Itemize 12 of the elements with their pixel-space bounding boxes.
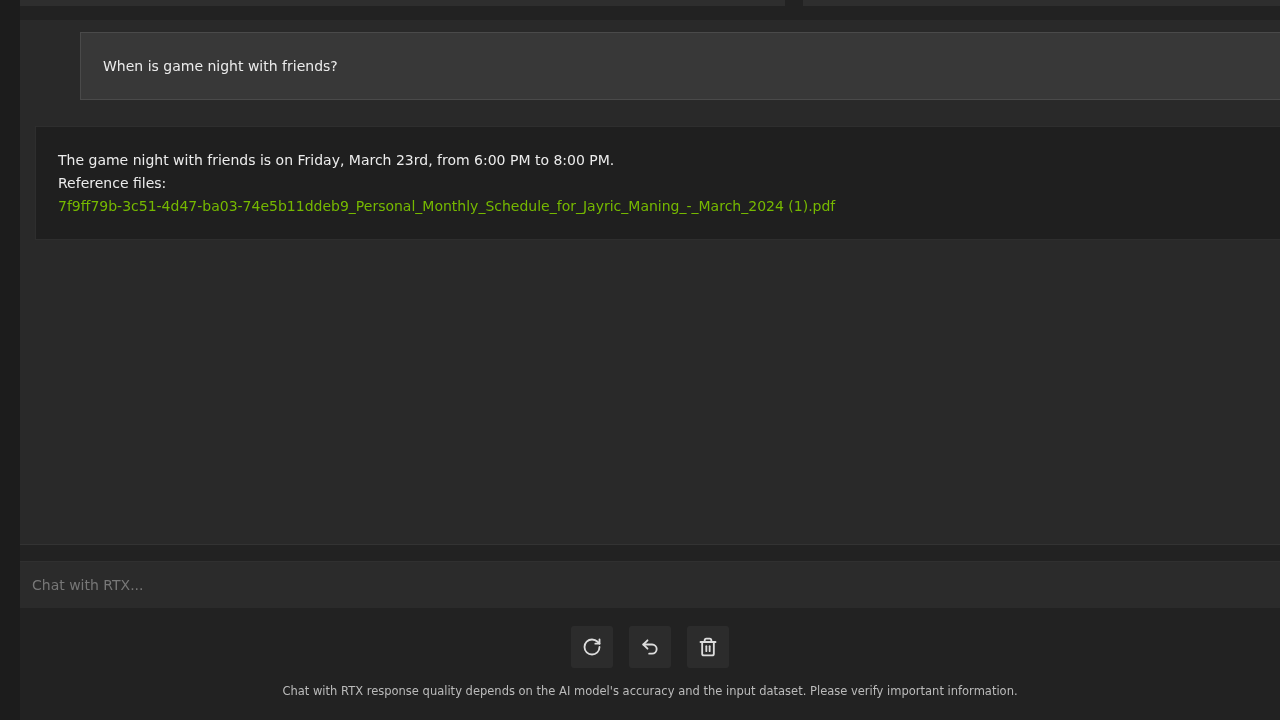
undo-icon — [640, 637, 660, 657]
answer-text: The game night with friends is on Friday, March 23rd, from 6:00 PM to 8:00 PM. — [58, 151, 616, 170]
regenerate-button[interactable] — [571, 626, 613, 668]
reference-file-link[interactable]: 7f9ff79b-3c51-4d47-ba03-74e5b11ddeb9_Personal_Monthly_Schedule_for_Jayric_Maning_-_March_2024 (1).pdf — [58, 196, 1258, 216]
disclaimer-text: Chat with RTX response quality depends on the AI model's accuracy and the input dataset. Please verify important information. — [282, 684, 1018, 698]
trash-icon — [698, 637, 718, 657]
user-message: When is game night with friends? — [80, 32, 1280, 100]
reference-label: Reference files: — [58, 174, 168, 193]
undo-button[interactable] — [629, 626, 671, 668]
delete-button[interactable] — [687, 626, 729, 668]
chat-input-field[interactable]: Chat with RTX... — [20, 561, 1280, 608]
refresh-icon — [582, 637, 602, 657]
